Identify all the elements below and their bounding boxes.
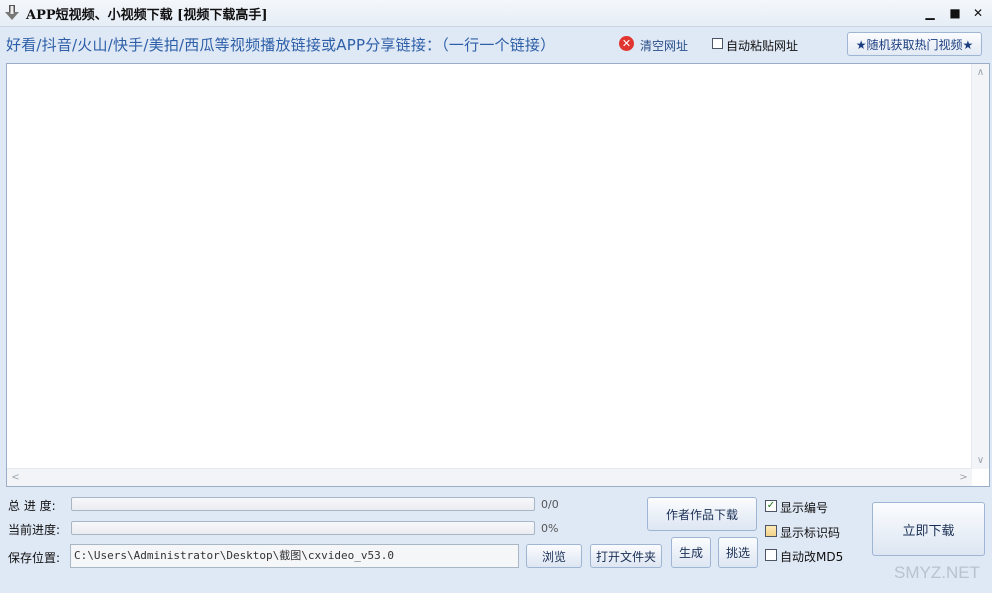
horizontal-scrollbar[interactable]: < > — [7, 468, 972, 486]
auto-paste-checkbox[interactable] — [712, 38, 723, 49]
current-progress-value: 0% — [541, 522, 559, 535]
auto-md5-checkbox[interactable] — [765, 549, 777, 561]
scroll-down-icon[interactable]: ∨ — [972, 452, 989, 469]
download-arrow-icon — [5, 5, 19, 20]
minimize-button[interactable]: ▁ — [919, 3, 941, 23]
maximize-button[interactable]: ■ — [944, 3, 966, 23]
show-id-code-checkbox[interactable] — [765, 525, 777, 537]
auto-md5-label[interactable]: 自动改MD5 — [780, 548, 843, 565]
pick-button[interactable]: 挑选 — [718, 537, 758, 568]
total-progress-value: 0/0 — [541, 498, 559, 511]
open-folder-button[interactable]: 打开文件夹 — [590, 544, 662, 568]
show-number-checkbox[interactable]: ✓ — [765, 500, 777, 512]
current-progress-label: 当前进度: — [8, 523, 61, 537]
save-path-field[interactable]: C:\Users\Administrator\Desktop\截图\cxvide… — [70, 544, 519, 568]
title-bar: APP短视频、小视频下载 [视频下载高手] ▁ ■ ✕ — [0, 0, 992, 27]
url-input-label: 好看/抖音/火山/快手/美拍/西瓜等视频播放链接或APP分享链接：（一行一个链接… — [6, 36, 556, 54]
close-button[interactable]: ✕ — [967, 3, 989, 23]
random-hot-videos-button[interactable]: ★随机获取热门视频★ — [847, 32, 982, 56]
browse-button[interactable]: 浏览 — [526, 544, 582, 568]
clear-urls-link[interactable]: 清空网址 — [640, 37, 688, 54]
url-textarea[interactable]: ∧ ∨ < > — [6, 63, 990, 487]
vertical-scrollbar[interactable]: ∧ ∨ — [971, 64, 989, 469]
author-works-download-button[interactable]: 作者作品下载 — [647, 497, 757, 531]
current-progress-bar — [71, 521, 535, 535]
scroll-left-icon[interactable]: < — [7, 469, 24, 486]
watermark-text: SMYZ.NET — [894, 563, 980, 582]
window-title: APP短视频、小视频下载 [视频下载高手] — [26, 8, 268, 23]
total-progress-bar — [71, 497, 535, 511]
scroll-right-icon[interactable]: > — [955, 469, 972, 486]
clear-icon[interactable]: ✕ — [619, 36, 634, 51]
scroll-up-icon[interactable]: ∧ — [972, 64, 989, 81]
generate-button[interactable]: 生成 — [671, 537, 711, 568]
download-now-button[interactable]: 立即下载 — [872, 502, 985, 556]
show-number-label[interactable]: 显示编号 — [780, 499, 828, 516]
show-id-code-label[interactable]: 显示标识码 — [780, 524, 840, 541]
total-progress-label: 总 进 度: — [8, 499, 56, 513]
auto-paste-label[interactable]: 自动粘贴网址 — [726, 37, 798, 54]
save-location-label: 保存位置: — [8, 551, 61, 565]
